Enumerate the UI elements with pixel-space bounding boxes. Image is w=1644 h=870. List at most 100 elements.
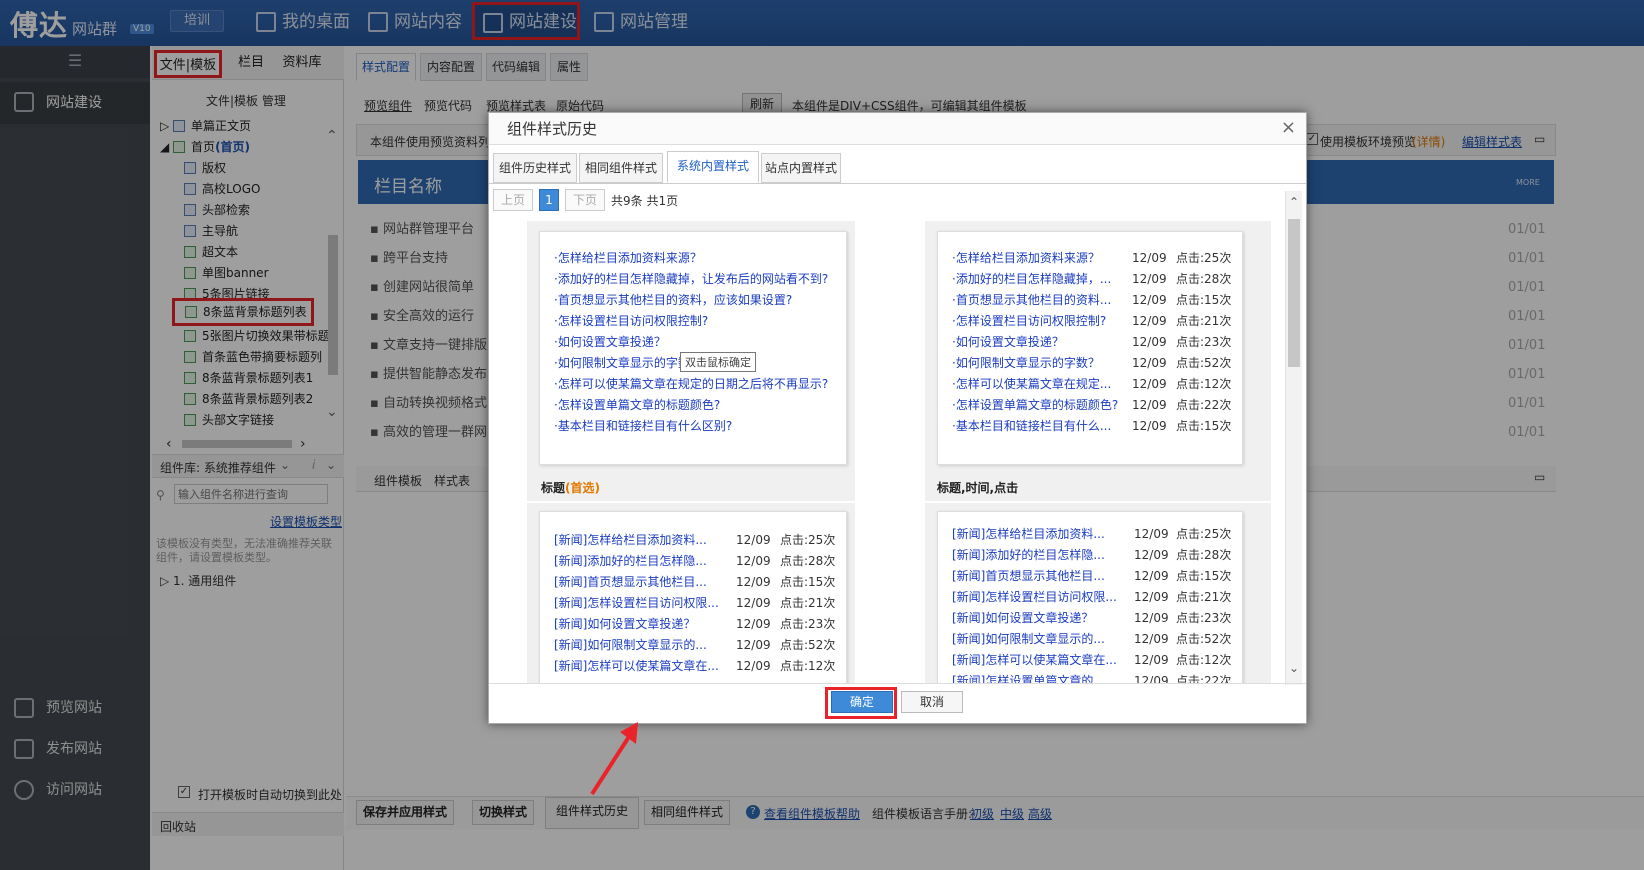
preview-row: [新闻]添加好的栏目怎样隐... 12/09 点击:28次 [952,545,1231,566]
row-title: [新闻]怎样可以使某篇文章在... [554,659,719,673]
row-date: 12/09 [1132,293,1167,307]
preview-row: [新闻]怎样给栏目添加资料... 12/09 点击:25次 [952,524,1231,545]
row-clicks: 点击:23次 [1176,335,1232,349]
page-total: 共9条 共1页 [611,194,679,208]
row-clicks: 点击:23次 [1176,611,1232,625]
preview-row: [新闻]怎样设置单篇文章的... 12/09 点击:22次 [952,671,1231,683]
style-card-2[interactable]: ·怎样给栏目添加资料来源？ 12/09 点击:25次 ·添加好的栏目怎样隐藏掉，..… [937,231,1243,465]
row-clicks: 点击:21次 [780,596,836,610]
preview-row: [新闻]如何限制文章显示的... 12/09 点击:52次 [952,629,1231,650]
row-clicks: 点击:25次 [1176,251,1232,265]
dialog-scrollbar[interactable]: ⌃ ⌄ [1285,191,1302,685]
row-date: 12/09 [1134,590,1169,604]
preview-row: ·怎样给栏目添加资料来源？ 12/09 点击:25次 [952,248,1231,269]
preview-row: ·如何设置文章投递？ 12/09 点击:23次 [952,332,1231,353]
row-title: ·如何设置文章投递？ [952,335,1064,349]
row-title: [新闻]怎样可以使某篇文章在... [952,653,1117,667]
preview-row: ·如何限制文章显示的字数？ 12/09 点击:52次 [952,353,1231,374]
row-date: 12/09 [1134,569,1169,583]
preview-row: ·首页想显示其他栏目的资料... 12/09 点击:15次 [952,290,1231,311]
row-clicks: 点击:52次 [1176,356,1232,370]
style-card-3[interactable]: [新闻]怎样给栏目添加资料... 12/09 点击:25次 [新闻]添加好的栏目怎样… [539,511,847,683]
row-title: ·基本栏目和链接栏目有什么... [952,419,1112,433]
dblclick-tooltip: 双击鼠标确定 [680,352,756,372]
preview-row: ·基本栏目和链接栏目有什么区别? [554,419,733,433]
preview-row: ·首页想显示其他栏目的资料，应该如果设置? [554,293,793,307]
row-title: [新闻]怎样给栏目添加资料... [554,533,707,547]
style-card-4[interactable]: [新闻]怎样给栏目添加资料... 12/09 点击:25次 [新闻]添加好的栏目怎样… [937,511,1243,683]
cancel-button[interactable]: 取消 [901,691,963,713]
row-date: 12/09 [1132,272,1167,286]
prev-page-button[interactable]: 上页 [493,189,533,211]
scroll-down-icon[interactable]: ⌄ [1289,661,1299,675]
row-title: ·怎样设置栏目访问权限控制? [952,314,1107,328]
row-clicks: 点击:22次 [1176,398,1232,412]
preview-row: [新闻]怎样设置栏目访问权限... 12/09 点击:21次 [554,593,835,614]
row-date: 12/09 [1134,674,1169,683]
next-page-button[interactable]: 下页 [565,189,605,211]
style-card-1[interactable]: ·怎样给栏目添加资料来源？ ·添加好的栏目怎样隐藏掉，让发布后的网站看不到? ·… [539,231,847,465]
preview-row: ·怎样可以使某篇文章在规定... 12/09 点击:12次 [952,374,1231,395]
preview-row: [新闻]如何设置文章投递？ 12/09 点击:23次 [952,608,1231,629]
tab-site-style[interactable]: 站点内置样式 [761,153,841,183]
row-clicks: 点击:21次 [1176,590,1232,604]
row-date: 12/09 [736,554,771,568]
row-title: [新闻]如何限制文章显示的... [554,638,707,652]
caption-note: (首选) [565,481,600,495]
row-date: 12/09 [1132,251,1167,265]
page-1-button[interactable]: 1 [539,189,559,211]
row-date: 12/09 [736,617,771,631]
close-icon[interactable]: × [1281,117,1296,138]
row-title: ·首页想显示其他栏目的资料... [952,293,1112,307]
row-clicks: 点击:22次 [1176,674,1232,683]
row-clicks: 点击:28次 [1176,548,1232,562]
row-title: ·如何限制文章显示的字数？ [952,356,1100,370]
row-clicks: 点击:12次 [780,659,836,673]
row-title: [新闻]添加好的栏目怎样隐... [554,554,707,568]
preview-row: [新闻]如何限制文章显示的... 12/09 点击:52次 [554,635,835,656]
row-date: 12/09 [1132,314,1167,328]
row-clicks: 点击:12次 [1176,653,1232,667]
tab-same-style[interactable]: 相同组件样式 [579,153,663,183]
tab-history-style[interactable]: 组件历史样式 [493,153,577,183]
row-date: 12/09 [1134,611,1169,625]
preview-row: ·怎样给栏目添加资料来源？ [554,251,702,265]
row-clicks: 点击:23次 [780,617,836,631]
row-title: [新闻]怎样设置单篇文章的... [952,674,1105,683]
preview-row: ·添加好的栏目怎样隐藏掉，... 12/09 点击:28次 [952,269,1231,290]
preview-row: ·怎样设置栏目访问权限控制? [554,314,709,328]
preview-row: [新闻]怎样可以使某篇文章在... 12/09 点击:12次 [952,650,1231,671]
footer-divider [489,683,1306,684]
row-clicks: 点击:52次 [1176,632,1232,646]
row-clicks: 点击:28次 [780,554,836,568]
row-date: 12/09 [1132,419,1167,433]
preview-row: [新闻]怎样给栏目添加资料... 12/09 点击:25次 [554,530,835,551]
style-history-dialog: 组件样式历史 × 组件历史样式 相同组件样式 系统内置样式 站点内置样式 上页 … [488,112,1307,724]
row-date: 12/09 [1132,398,1167,412]
row-date: 12/09 [1132,335,1167,349]
preview-row: ·怎样设置栏目访问权限控制? 12/09 点击:21次 [952,311,1231,332]
dialog-title: 组件样式历史 [489,113,1306,145]
row-date: 12/09 [1132,356,1167,370]
row-date: 12/09 [1134,548,1169,562]
row-clicks: 点击:15次 [1176,293,1232,307]
scroll-up-icon[interactable]: ⌃ [1289,195,1299,209]
tab-system-style[interactable]: 系统内置样式 [667,151,759,183]
row-title: [新闻]如何限制文章显示的... [952,632,1105,646]
preview-row: [新闻]怎样设置栏目访问权限... 12/09 点击:21次 [952,587,1231,608]
scroll-thumb[interactable] [1288,219,1300,367]
row-date: 12/09 [1134,527,1169,541]
row-date: 12/09 [736,638,771,652]
row-date: 12/09 [736,533,771,547]
confirm-button[interactable]: 确定 [831,691,893,713]
row-date: 12/09 [736,596,771,610]
preview-row: [新闻]如何设置文章投递？ 12/09 点击:23次 [554,614,835,635]
caption-text: 标题 [541,481,566,495]
row-clicks: 点击:15次 [780,575,836,589]
preview-row: ·怎样设置单篇文章的标题颜色? [554,398,721,412]
row-date: 12/09 [736,659,771,673]
style-gallery: ·怎样给栏目添加资料来源？ ·添加好的栏目怎样隐藏掉，让发布后的网站看不到? ·… [493,217,1283,683]
preview-row: [新闻]添加好的栏目怎样隐... 12/09 点击:28次 [554,551,835,572]
row-title: [新闻]首页想显示其他栏目... [554,575,707,589]
preview-row: ·添加好的栏目怎样隐藏掉，让发布后的网站看不到? [554,272,829,286]
